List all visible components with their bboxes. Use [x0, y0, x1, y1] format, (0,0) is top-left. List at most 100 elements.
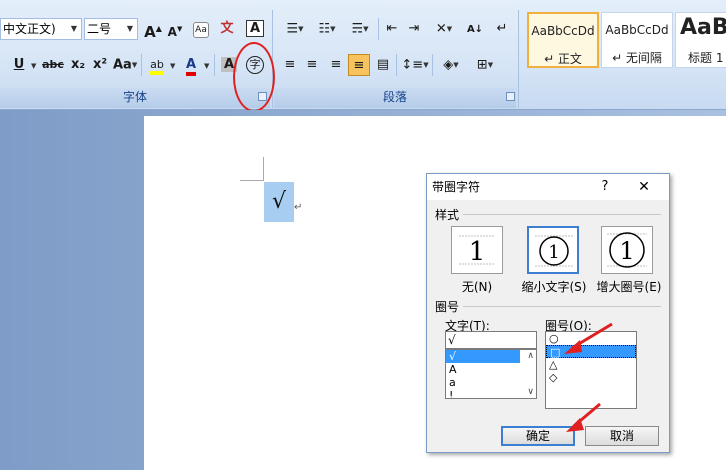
margin-corner-mark [240, 180, 264, 181]
numbering-button[interactable]: ☷▼ [312, 18, 342, 40]
scroll-up-icon[interactable]: ∧ [527, 351, 534, 361]
divider [463, 306, 661, 307]
underline-button[interactable]: U [8, 54, 30, 76]
paragraph-group-label: 段落 [274, 88, 516, 108]
paragraph-dialog-launcher[interactable] [506, 92, 515, 101]
bullets-button[interactable]: ☰▼ [280, 18, 310, 40]
highlight-button[interactable]: ab [146, 54, 168, 76]
borders-icon: ⊞ [476, 57, 488, 73]
annotation-circle [233, 42, 275, 112]
grow-font-button[interactable]: A▲ [143, 18, 163, 41]
subscript-icon: x₂ [70, 57, 86, 72]
selected-character[interactable]: √ [264, 182, 294, 222]
bullets-icon: ☰ [286, 21, 299, 37]
borders-button[interactable]: ⊞▼ [470, 54, 500, 76]
superscript-button[interactable]: x² [90, 54, 110, 76]
style-option-none[interactable]: 1 [451, 226, 503, 274]
annotation-arrow-icon [564, 322, 613, 354]
font-name-combo[interactable]: 中文正文) ▼ [0, 18, 82, 40]
distributed-button[interactable]: ▤ [372, 54, 394, 76]
font-color-button[interactable]: A [180, 54, 202, 76]
style-heading-1[interactable]: AaB 标题 1 [675, 12, 726, 68]
divider [463, 214, 661, 215]
multilevel-list-icon: ☴ [351, 21, 364, 37]
text-list[interactable]: √ A a ! ∧ ∨ [445, 349, 537, 399]
change-case-icon: Aa [113, 57, 132, 73]
list-item[interactable]: ! [446, 389, 536, 398]
phonetic-guide-button[interactable]: 文 [216, 18, 238, 40]
list-item[interactable]: ◇ [546, 371, 636, 384]
divider [141, 54, 142, 76]
none-style-icon: 1 [459, 235, 495, 267]
style-option-shrink-text[interactable]: 1 [527, 226, 579, 274]
shrink-text-style-icon: 1 [535, 235, 573, 267]
style-option-enlarge-circle[interactable]: 1 [601, 226, 653, 274]
margin-corner-mark [263, 157, 264, 181]
line-spacing-button[interactable]: ↕≡▼ [400, 54, 430, 76]
font-size-value: 二号 [87, 22, 112, 36]
divider [378, 18, 379, 40]
asian-layout-icon: ✕ [435, 21, 447, 37]
list-item[interactable]: √ [446, 350, 520, 363]
chevron-down-icon[interactable]: ▼ [204, 62, 209, 70]
svg-text:1: 1 [469, 237, 486, 267]
justify-button[interactable]: ≡ [348, 54, 370, 76]
align-right-icon: ≡ [330, 57, 342, 72]
change-case-button[interactable]: Aa▼ [113, 54, 137, 76]
help-button[interactable]: ? [595, 174, 615, 200]
style-sample: AaB [680, 15, 726, 40]
align-center-button[interactable]: ≡ [302, 54, 322, 76]
subscript-button[interactable]: x₂ [68, 54, 88, 76]
increase-indent-button[interactable]: ⇥ [404, 18, 424, 40]
font-size-combo[interactable]: 二号 ▼ [84, 18, 138, 40]
list-item[interactable]: A [446, 363, 536, 376]
enclose-characters-dialog: 带圈字符 ? ✕ 样式 1 1 1 无(N) 缩小文字(S) 增大圈号(E) 圈… [426, 173, 670, 453]
style-no-spacing[interactable]: AaBbCcDd ↵ 无间隔 [601, 12, 673, 68]
distributed-icon: ▤ [376, 57, 390, 72]
asian-layout-button[interactable]: ✕▼ [428, 18, 460, 40]
font-name-value: 中文正文) [3, 22, 56, 36]
annotation-arrow-icon [566, 402, 601, 432]
dialog-title: 带圈字符 [432, 180, 481, 194]
scroll-down-icon[interactable]: ∨ [527, 387, 534, 397]
paragraph-mark: ↵ [294, 202, 303, 213]
chevron-down-icon: ▼ [126, 24, 133, 33]
align-right-button[interactable]: ≡ [326, 54, 346, 76]
numbering-icon: ☷ [318, 21, 331, 37]
shading-button[interactable]: ◈▼ [436, 54, 466, 76]
font-color-icon: A [185, 57, 197, 76]
chevron-down-icon[interactable]: ▼ [170, 62, 175, 70]
style-name: ↵ 无间隔 [612, 51, 662, 65]
sort-button[interactable]: A↓ [464, 18, 486, 40]
text-input[interactable]: √ [445, 331, 537, 349]
style-sample: AaBbCcDd [531, 24, 595, 38]
style-normal[interactable]: AaBbCcDd ↵ 正文 [527, 12, 599, 68]
line-spacing-icon: ↕≡ [401, 57, 424, 73]
style-option-label: 无(N) [461, 280, 493, 294]
list-item[interactable]: a [446, 376, 536, 389]
chevron-down-icon[interactable]: ▼ [31, 62, 36, 70]
svg-text:1: 1 [548, 242, 559, 263]
shrink-font-button[interactable]: A▼ [165, 18, 185, 40]
align-left-icon: ≡ [284, 57, 296, 72]
group-divider [518, 10, 519, 108]
sort-icon: A↓ [466, 24, 484, 35]
enlarge-circle-style-icon: 1 [607, 232, 647, 268]
show-marks-button[interactable]: ↵ [492, 18, 512, 40]
svg-text:1: 1 [619, 237, 634, 265]
clear-format-button[interactable]: Aa [190, 18, 212, 40]
style-section-label: 样式 [435, 208, 460, 222]
strikethrough-button[interactable]: abc [40, 54, 66, 76]
divider [396, 54, 397, 76]
multilevel-list-button[interactable]: ☴▼ [344, 18, 376, 40]
close-button[interactable]: ✕ [633, 174, 655, 200]
decrease-indent-button[interactable]: ⇤ [382, 18, 402, 40]
pilcrow-icon: ↵ [496, 21, 508, 36]
strikethrough-icon: abc [42, 58, 64, 71]
font-group-label: 字体 [0, 88, 270, 108]
enclosure-section-label: 圈号 [435, 300, 460, 314]
char-border-button[interactable]: A [244, 18, 266, 40]
chevron-down-icon: ▼ [70, 24, 77, 33]
divider [214, 54, 215, 76]
align-left-button[interactable]: ≡ [280, 54, 300, 76]
